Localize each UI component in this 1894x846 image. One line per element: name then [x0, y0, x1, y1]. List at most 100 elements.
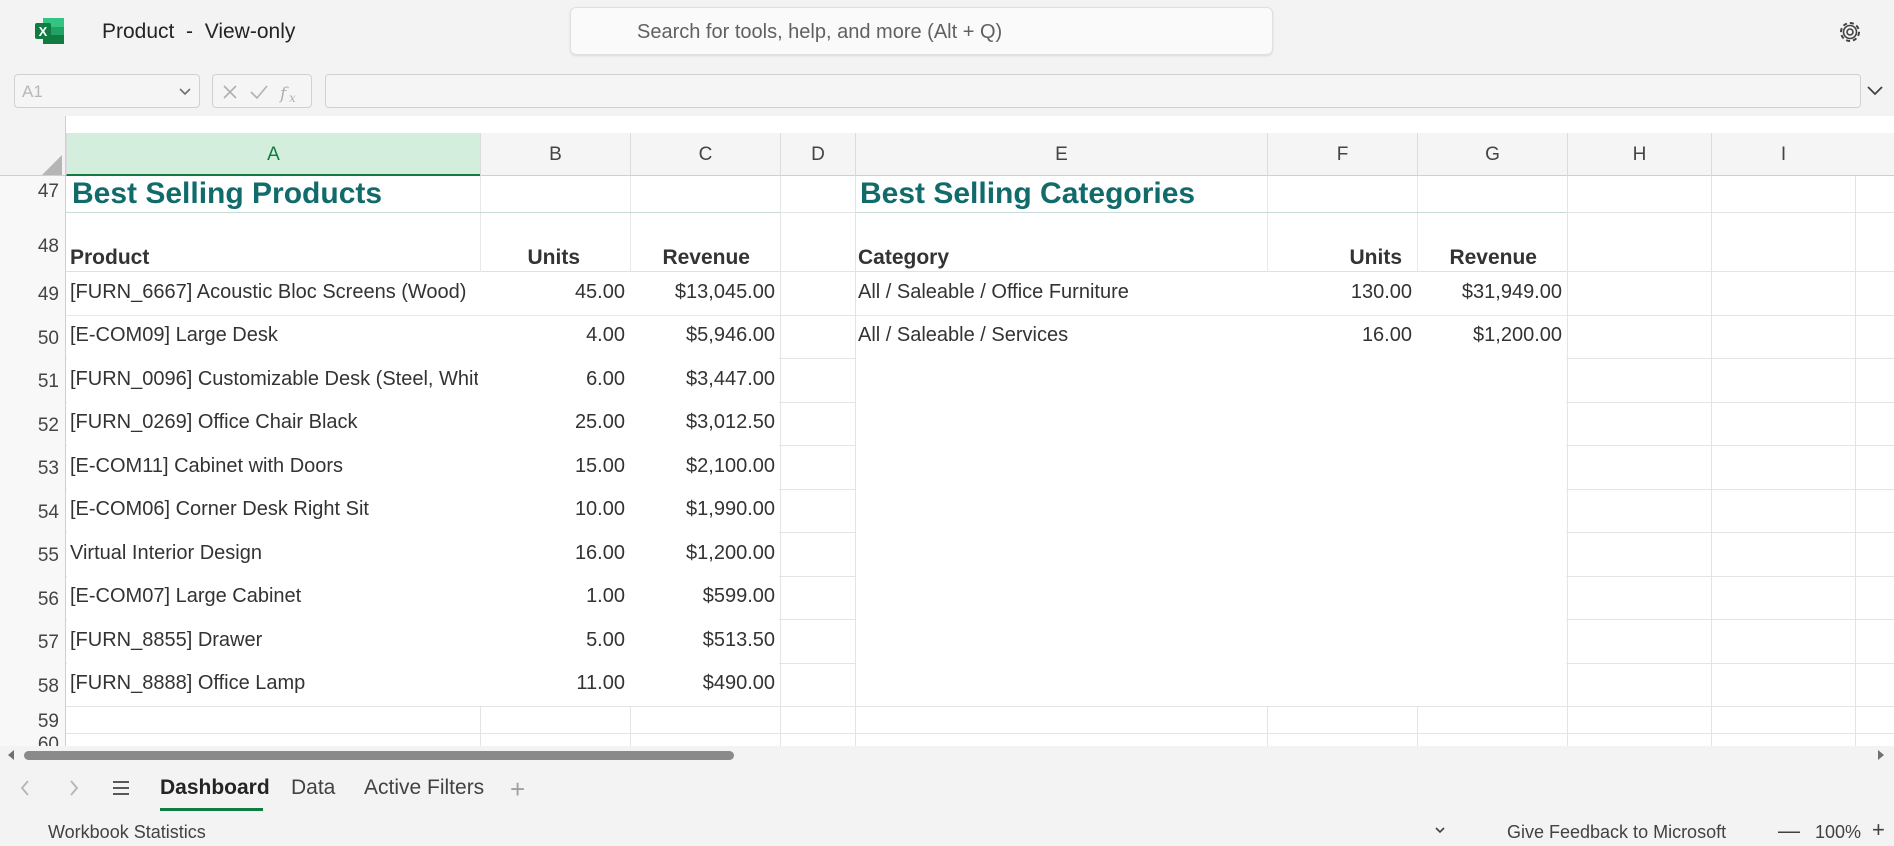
row-header-50[interactable]: 50 — [0, 315, 66, 358]
gridline — [855, 315, 1567, 316]
row-header-47[interactable]: 47 — [0, 176, 66, 212]
category-revenue-cell[interactable]: $31,949.00 — [1419, 281, 1562, 304]
product-name-cell[interactable]: [FURN_6667] Acoustic Bloc Screens (Wood) — [70, 281, 478, 304]
product-units-cell[interactable]: 5.00 — [482, 629, 625, 652]
category-revenue-cell[interactable]: $1,200.00 — [1419, 324, 1562, 347]
gridline — [780, 177, 781, 706]
column-header-e[interactable]: E — [855, 133, 1267, 176]
excel-logo-icon[interactable]: X — [35, 17, 65, 45]
row-header-51[interactable]: 51 — [0, 358, 66, 402]
product-name-cell[interactable]: [FURN_0269] Office Chair Black — [70, 411, 478, 434]
row-header-54[interactable]: 54 — [0, 489, 66, 532]
category-units-cell[interactable]: 130.00 — [1269, 281, 1412, 304]
column-header-a[interactable]: A — [66, 133, 480, 176]
fx-icon[interactable]: f x — [279, 83, 303, 105]
product-name-cell[interactable]: [E-COM06] Corner Desk Right Sit — [70, 498, 478, 521]
product-units-cell[interactable]: 1.00 — [482, 585, 625, 608]
product-revenue-cell[interactable]: $3,447.00 — [632, 368, 775, 391]
product-name-cell[interactable]: [E-COM09] Large Desk — [70, 324, 478, 347]
column-header-h[interactable]: H — [1567, 133, 1711, 176]
search-placeholder[interactable]: Search for tools, help, and more (Alt + … — [637, 21, 1002, 44]
categories-header-revenue: Revenue — [1449, 246, 1537, 269]
check-icon[interactable] — [249, 83, 269, 101]
column-header-b[interactable]: B — [480, 133, 630, 176]
row-header-57[interactable]: 57 — [0, 619, 66, 663]
search-box[interactable]: Search for tools, help, and more (Alt + … — [570, 7, 1273, 55]
sheet-tab-active-filters[interactable]: Active Filters — [364, 776, 484, 800]
row-header-52[interactable]: 52 — [0, 402, 66, 445]
sheet-tab-data[interactable]: Data — [291, 776, 335, 800]
product-revenue-cell[interactable]: $5,946.00 — [632, 324, 775, 347]
product-revenue-cell[interactable]: $1,990.00 — [632, 498, 775, 521]
add-sheet-button[interactable]: + — [510, 774, 525, 805]
product-revenue-cell[interactable]: $513.50 — [632, 629, 775, 652]
gear-icon[interactable] — [1836, 18, 1864, 46]
product-units-cell[interactable]: 4.00 — [482, 324, 625, 347]
column-header-i[interactable]: I — [1711, 133, 1855, 176]
name-box[interactable]: A1 — [14, 74, 200, 108]
scrollbar-thumb[interactable] — [24, 751, 734, 760]
row-header-55[interactable]: 55 — [0, 532, 66, 576]
product-name-cell[interactable]: [FURN_0096] Customizable Desk (Steel, Wh… — [70, 368, 478, 391]
product-name-cell[interactable]: [FURN_8888] Office Lamp — [70, 672, 478, 695]
product-name-cell[interactable]: [E-COM11] Cabinet with Doors — [70, 455, 478, 478]
product-units-cell[interactable]: 16.00 — [482, 542, 625, 565]
row-header-59[interactable]: 59 — [0, 706, 66, 733]
previous-sheet-chevron-icon[interactable] — [18, 778, 32, 798]
spreadsheet-grid[interactable]: A B C D E F G H I 47 48 49 50 51 52 53 5… — [0, 116, 1894, 746]
chevron-down-icon[interactable] — [1434, 825, 1446, 835]
column-header-d[interactable]: D — [780, 133, 855, 176]
product-revenue-cell[interactable]: $13,045.00 — [632, 281, 775, 304]
column-header-c[interactable]: C — [630, 133, 780, 176]
column-header-g[interactable]: G — [1417, 133, 1567, 176]
all-sheets-menu-icon[interactable] — [111, 779, 131, 797]
product-revenue-cell[interactable]: $2,100.00 — [632, 455, 775, 478]
product-units-cell[interactable]: 6.00 — [482, 368, 625, 391]
svg-text:X: X — [39, 24, 48, 39]
workbook-statistics-button[interactable]: Workbook Statistics — [48, 822, 206, 843]
product-units-cell[interactable]: 45.00 — [482, 281, 625, 304]
cancel-icon[interactable] — [221, 83, 239, 101]
product-units-cell[interactable]: 25.00 — [482, 411, 625, 434]
row-header-53[interactable]: 53 — [0, 445, 66, 489]
product-revenue-cell[interactable]: $3,012.50 — [632, 411, 775, 434]
product-name-cell[interactable]: [FURN_8855] Drawer — [70, 629, 478, 652]
product-revenue-cell[interactable]: $490.00 — [632, 672, 775, 695]
document-title[interactable]: Product - View-only — [102, 20, 295, 44]
products-header-units: Units — [527, 246, 581, 269]
product-name-cell[interactable]: Virtual Interior Design — [70, 542, 478, 565]
select-all-triangle-icon — [42, 155, 62, 175]
product-units-cell[interactable]: 10.00 — [482, 498, 625, 521]
product-revenue-cell[interactable]: $1,200.00 — [632, 542, 775, 565]
product-units-cell[interactable]: 15.00 — [482, 455, 625, 478]
scroll-right-arrow-icon[interactable] — [1876, 749, 1886, 761]
zoom-out-button[interactable]: — — [1778, 818, 1800, 844]
chevron-down-icon[interactable] — [177, 83, 193, 99]
category-units-cell[interactable]: 16.00 — [1269, 324, 1412, 347]
formula-input[interactable] — [325, 74, 1861, 108]
zoom-level[interactable]: 100% — [1815, 822, 1861, 843]
row-header-56[interactable]: 56 — [0, 576, 66, 619]
products-header-revenue: Revenue — [662, 246, 750, 269]
row-header-60[interactable]: 60 — [0, 733, 66, 746]
next-sheet-chevron-icon[interactable] — [67, 778, 81, 798]
formula-buttons: f x — [212, 74, 312, 108]
scroll-left-arrow-icon[interactable] — [6, 749, 16, 761]
product-units-cell[interactable]: 11.00 — [482, 672, 625, 695]
give-feedback-link[interactable]: Give Feedback to Microsoft — [1507, 822, 1726, 843]
title-underline — [855, 212, 1567, 213]
categories-header-units: Units — [1349, 246, 1403, 269]
sheet-tab-dashboard[interactable]: Dashboard — [160, 776, 270, 800]
select-all-corner[interactable] — [0, 116, 66, 176]
row-header-48[interactable]: 48 — [0, 212, 66, 271]
horizontal-scrollbar[interactable] — [0, 746, 1894, 764]
row-header-49[interactable]: 49 — [0, 271, 66, 315]
column-header-f[interactable]: F — [1267, 133, 1417, 176]
category-name-cell[interactable]: All / Saleable / Office Furniture — [858, 281, 1263, 304]
product-name-cell[interactable]: [E-COM07] Large Cabinet — [70, 585, 478, 608]
expand-formula-chevron-icon[interactable] — [1866, 84, 1884, 98]
row-header-58[interactable]: 58 — [0, 663, 66, 706]
zoom-in-button[interactable]: + — [1872, 817, 1885, 843]
category-name-cell[interactable]: All / Saleable / Services — [858, 324, 1263, 347]
product-revenue-cell[interactable]: $599.00 — [632, 585, 775, 608]
